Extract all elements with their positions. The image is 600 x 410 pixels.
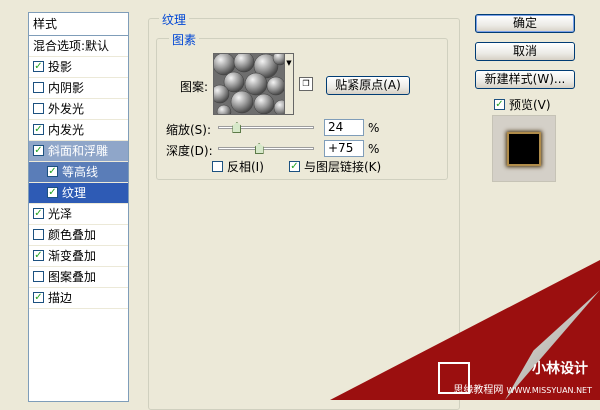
styles-item-checkbox[interactable] [33,229,44,240]
styles-item[interactable]: 描边 [29,288,128,309]
styles-item-checkbox[interactable] [47,187,58,198]
styles-item[interactable]: 内阴影 [29,78,128,99]
invert-checkbox-row[interactable]: 反相(I) [212,158,264,175]
style-preview-swatch [509,134,539,164]
pattern-bubbles-image [210,50,291,120]
texture-group-title: 纹理 [159,11,190,28]
styles-item-label: 图案叠加 [48,270,97,284]
scale-slider-track[interactable] [218,126,314,129]
styles-item[interactable]: 投影 [29,57,128,78]
link-layer-checkbox-row[interactable]: 与图层链接(K) [289,158,381,175]
depth-input[interactable]: +75 [324,140,364,157]
watermark-logo-text: 小林设计 [532,361,588,377]
styles-item[interactable]: 光泽 [29,204,128,225]
styles-item-label: 光泽 [48,207,73,221]
styles-item-label: 内发光 [48,123,85,137]
scale-label: 缩放(S): [166,123,212,137]
styles-item[interactable]: 渐变叠加 [29,246,128,267]
styles-item-checkbox[interactable] [33,82,44,93]
styles-item-checkbox[interactable] [33,271,44,282]
styles-item-label: 投影 [48,60,73,74]
styles-item-label: 混合选项:默认 [33,39,110,53]
watermark-site-name: 思缘教程网 [453,385,504,396]
styles-item-label: 颜色叠加 [48,228,97,242]
styles-item-label: 纹理 [62,186,87,200]
cancel-button[interactable]: 取消 [475,42,575,61]
styles-item-label: 斜面和浮雕 [48,144,109,158]
invert-checkbox[interactable] [212,161,223,172]
depth-label: 深度(D): [166,144,213,158]
styles-item[interactable]: 外发光 [29,99,128,120]
styles-item-checkbox[interactable] [33,103,44,114]
styles-item-checkbox[interactable] [33,124,44,135]
styles-item-checkbox[interactable] [33,208,44,219]
depth-slider-track[interactable] [218,147,314,150]
style-preview [492,115,556,182]
scale-unit: % [368,121,380,135]
pattern-swatch[interactable] [210,50,291,120]
styles-item[interactable]: 斜面和浮雕 [29,141,128,162]
styles-list-header: 样式 [29,13,128,36]
link-layer-checkbox[interactable] [289,161,300,172]
styles-item-label: 外发光 [48,102,85,116]
invert-label: 反相(I) [227,160,264,174]
snap-to-origin-button[interactable]: 贴紧原点(A) [326,76,410,95]
styles-items: 混合选项:默认投影内阴影外发光内发光斜面和浮雕等高线纹理光泽颜色叠加渐变叠加图案… [29,36,128,309]
watermark-site-url: WWW.MISSYUAN.NET [506,386,592,395]
scale-input[interactable]: 24 [324,119,364,136]
styles-item-checkbox[interactable] [47,166,58,177]
styles-item-checkbox[interactable] [33,145,44,156]
new-style-button[interactable]: 新建样式(W)... [475,70,575,89]
styles-item-checkbox[interactable] [33,61,44,72]
link-layer-label: 与图层链接(K) [304,160,382,174]
elements-group-title: 图素 [169,31,200,48]
ok-button[interactable]: 确定 [475,14,575,33]
preview-label: 预览(V) [509,98,551,112]
styles-item[interactable]: 混合选项:默认 [29,36,128,57]
styles-item[interactable]: 颜色叠加 [29,225,128,246]
preview-checkbox-row[interactable]: 预览(V) [494,96,551,113]
styles-item-label: 等高线 [62,165,99,179]
styles-item-checkbox[interactable] [33,292,44,303]
styles-item-label: 描边 [48,291,73,305]
depth-unit: % [368,142,380,156]
new-preset-icon: ❐ [302,79,310,88]
styles-item[interactable]: 内发光 [29,120,128,141]
styles-item[interactable]: 图案叠加 [29,267,128,288]
triangle-down-icon: ▼ [286,59,292,67]
pattern-label: 图案: [180,80,209,94]
preview-checkbox[interactable] [494,99,505,110]
styles-item-label: 渐变叠加 [48,249,97,263]
styles-item-label: 内阴影 [48,81,85,95]
styles-item[interactable]: 纹理 [29,183,128,204]
styles-item[interactable]: 等高线 [29,162,128,183]
new-preset-button[interactable]: ❐ [299,77,313,91]
styles-list: 样式 混合选项:默认投影内阴影外发光内发光斜面和浮雕等高线纹理光泽颜色叠加渐变叠… [28,12,129,402]
watermark-site: 思缘教程网 WWW.MISSYUAN.NET [453,381,592,396]
pattern-dropdown[interactable]: ▼ [285,53,294,115]
styles-item-checkbox[interactable] [33,250,44,261]
